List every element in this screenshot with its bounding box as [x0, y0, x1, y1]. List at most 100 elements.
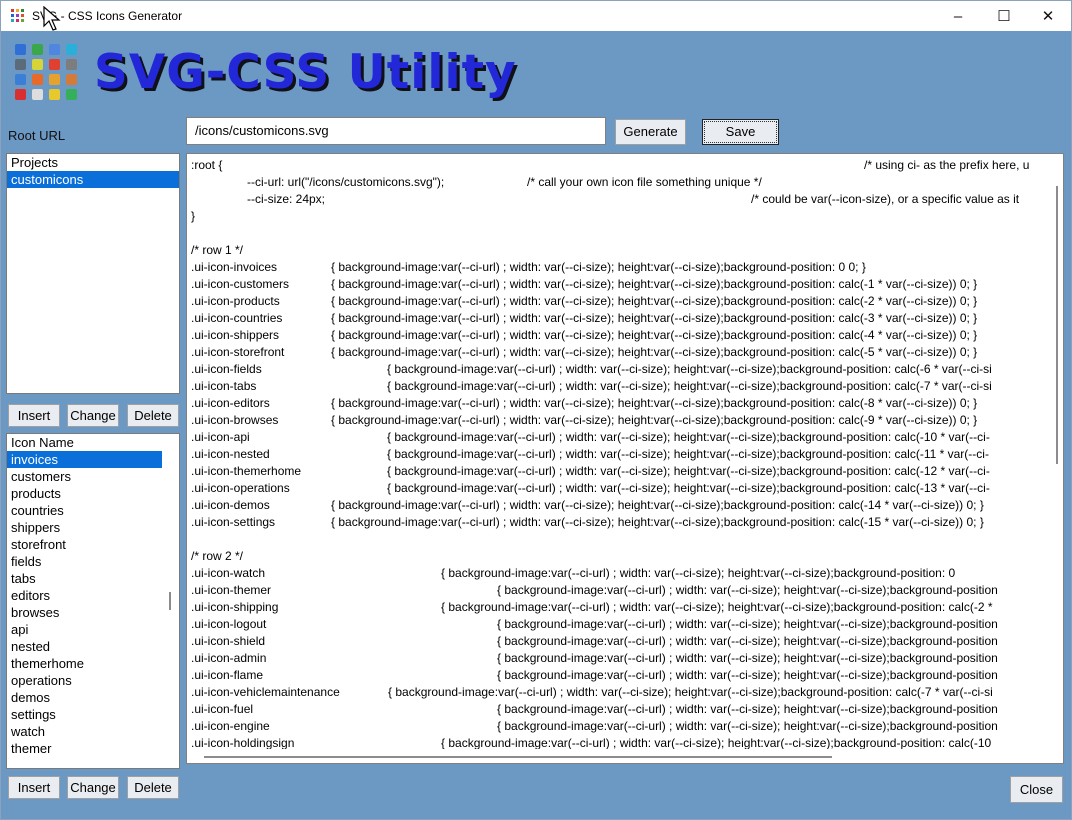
- code-line: .ui-icon-storefront: [191, 345, 285, 359]
- code-rule: { background-image:var(--ci-url) ; width…: [331, 515, 984, 529]
- icon-name-item[interactable]: countries: [7, 502, 179, 519]
- code-rule: { background-image:var(--ci-url) ; width…: [388, 685, 993, 699]
- code-line: --ci-size: 24px;: [247, 192, 326, 206]
- icon-delete-button[interactable]: Delete: [127, 776, 179, 799]
- code-line: .ui-icon-watch: [191, 566, 266, 580]
- code-line: .ui-icon-shipping: [191, 600, 279, 614]
- code-line: .ui-icon-editors: [191, 396, 270, 410]
- code-rule: { background-image:var(--ci-url) ; width…: [331, 260, 866, 274]
- maximize-button[interactable]: ☐: [981, 1, 1027, 31]
- code-rule: { background-image:var(--ci-url) ; width…: [331, 396, 978, 410]
- css-output-editor[interactable]: :root { /* using ci- as the prefix here, …: [186, 153, 1064, 764]
- code-line: }: [191, 209, 196, 223]
- icon-name-list[interactable]: Icon Name invoices customers products countr…: [6, 433, 180, 769]
- code-rule: { background-image:var(--ci-url) ; width…: [387, 379, 992, 393]
- code-line: .ui-icon-operations: [191, 481, 290, 495]
- icon-change-button[interactable]: Change: [67, 776, 119, 799]
- code-line: .ui-icon-browses: [191, 413, 279, 427]
- code-rule: { background-image:var(--ci-url) ; width…: [331, 311, 978, 325]
- code-rule: { background-image:var(--ci-url) ; width…: [387, 481, 990, 495]
- code-line: .ui-icon-engine: [191, 719, 270, 733]
- icon-name-item[interactable]: storefront: [7, 536, 179, 553]
- code-line: .ui-icon-products: [191, 294, 280, 308]
- code-rule: /* could be var(--icon-size), or a speci…: [751, 192, 1020, 206]
- code-line: .ui-icon-api: [191, 430, 250, 444]
- code-line: /* row 1 */: [191, 243, 244, 257]
- icon-name-item[interactable]: themer: [7, 740, 179, 757]
- icon-name-item[interactable]: demos: [7, 689, 179, 706]
- code-rule: { background-image:var(--ci-url) ; width…: [331, 345, 978, 359]
- code-line: .ui-icon-logout: [191, 617, 267, 631]
- code-line: .ui-icon-holdingsign: [191, 736, 295, 749]
- code-rule: { background-image:var(--ci-url) ; width…: [497, 617, 998, 631]
- icon-name-item-header[interactable]: Icon Name: [7, 434, 179, 451]
- code-line: .ui-icon-demos: [191, 498, 270, 512]
- code-rule: { background-image:var(--ci-url) ; width…: [331, 277, 978, 291]
- save-button-label: Save: [704, 121, 777, 143]
- code-rule: { background-image:var(--ci-url) ; width…: [497, 702, 998, 716]
- editor-vertical-scrollbar[interactable]: [1056, 186, 1058, 464]
- project-change-button[interactable]: Change: [67, 404, 119, 427]
- icon-name-item[interactable]: editors: [7, 587, 179, 604]
- code-rule: { background-image:var(--ci-url) ; width…: [497, 668, 998, 682]
- code-line: .ui-icon-countries: [191, 311, 283, 325]
- code-line: .ui-icon-themerhome: [191, 464, 302, 478]
- code-line: /* row 2 */: [191, 549, 244, 563]
- code-rule: { background-image:var(--ci-url) ; width…: [497, 634, 998, 648]
- css-code[interactable]: :root { /* using ci- as the prefix here, …: [187, 154, 1047, 749]
- code-line: .ui-icon-nested: [191, 447, 270, 461]
- project-insert-button[interactable]: Insert: [8, 404, 60, 427]
- generate-button[interactable]: Generate: [615, 119, 686, 145]
- code-rule: { background-image:var(--ci-url) ; width…: [497, 583, 998, 597]
- icon-name-item[interactable]: themerhome: [7, 655, 179, 672]
- app-heading: SVG-CSS Utility: [94, 45, 517, 100]
- root-url-input[interactable]: /icons/customicons.svg: [186, 117, 606, 145]
- icon-name-item[interactable]: api: [7, 621, 179, 638]
- icon-name-item[interactable]: operations: [7, 672, 179, 689]
- save-button[interactable]: Save: [702, 119, 779, 145]
- root-url-label: Root URL: [8, 128, 66, 143]
- code-rule: { background-image:var(--ci-url) ; width…: [387, 447, 989, 461]
- project-item-header[interactable]: Projects: [7, 154, 179, 171]
- icon-name-item[interactable]: products: [7, 485, 179, 502]
- close-button[interactable]: Close: [1010, 776, 1063, 803]
- icon-name-item[interactable]: fields: [7, 553, 179, 570]
- code-rule: /* call your own icon file something uni…: [527, 175, 762, 189]
- projects-list[interactable]: Projects customicons: [6, 153, 180, 394]
- editor-horizontal-scrollbar[interactable]: [204, 756, 832, 758]
- project-delete-button[interactable]: Delete: [127, 404, 179, 427]
- code-rule: { background-image:var(--ci-url) ; width…: [497, 719, 998, 733]
- icon-name-item[interactable]: tabs: [7, 570, 179, 587]
- icon-name-item[interactable]: customers: [7, 468, 179, 485]
- app-window: SVG - CSS Icons Generator – ☐ ✕ SVG-CSS …: [0, 0, 1072, 820]
- code-line: .ui-icon-admin: [191, 651, 267, 665]
- icon-name-item[interactable]: invoices: [7, 451, 162, 468]
- code-rule: { background-image:var(--ci-url) ; width…: [331, 294, 978, 308]
- project-item[interactable]: customicons: [7, 171, 179, 188]
- code-rule: { background-image:var(--ci-url) ; width…: [387, 430, 990, 444]
- icon-insert-button[interactable]: Insert: [8, 776, 60, 799]
- code-line: .ui-icon-vehiclemaintenance: [191, 685, 340, 699]
- icon-name-item[interactable]: browses: [7, 604, 179, 621]
- close-window-button[interactable]: ✕: [1025, 1, 1071, 31]
- minimize-button[interactable]: –: [935, 1, 981, 31]
- code-line: .ui-icon-invoices: [191, 260, 278, 274]
- title-bar: SVG - CSS Icons Generator – ☐ ✕: [1, 1, 1071, 31]
- code-rule: { background-image:var(--ci-url) ; width…: [497, 651, 998, 665]
- code-line: .ui-icon-shield: [191, 634, 266, 648]
- code-rule: /* using ci- as the prefix here, u: [864, 158, 1030, 172]
- icon-name-item[interactable]: watch: [7, 723, 179, 740]
- icon-name-item[interactable]: shippers: [7, 519, 179, 536]
- code-line: .ui-icon-tabs: [191, 379, 257, 393]
- code-line: :root {: [191, 158, 223, 172]
- icon-list-scrollbar[interactable]: [169, 592, 171, 610]
- code-rule: { background-image:var(--ci-url) ; width…: [331, 328, 978, 342]
- mouse-pointer-icon: [43, 6, 61, 31]
- code-rule: { background-image:var(--ci-url) ; width…: [441, 566, 956, 580]
- code-line: .ui-icon-themer: [191, 583, 272, 597]
- code-line: .ui-icon-fuel: [191, 702, 254, 716]
- code-line: .ui-icon-flame: [191, 668, 264, 682]
- code-rule: { background-image:var(--ci-url) ; width…: [387, 464, 990, 478]
- icon-name-item[interactable]: nested: [7, 638, 179, 655]
- icon-name-item[interactable]: settings: [7, 706, 179, 723]
